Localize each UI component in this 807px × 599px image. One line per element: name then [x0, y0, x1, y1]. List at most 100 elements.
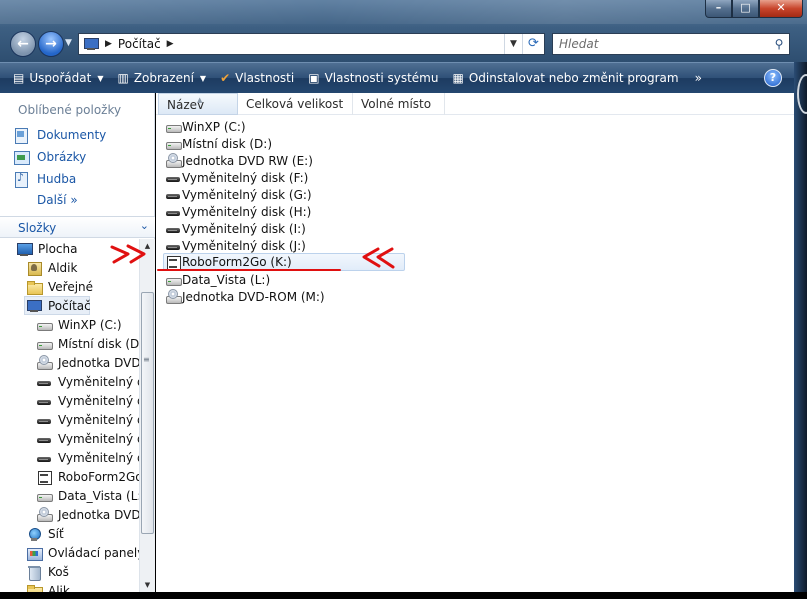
tree-item-drive-c[interactable]: WinXP (C:) — [36, 315, 122, 334]
tree-item-label: Vyměnitelný di — [58, 412, 139, 427]
folder-tree-scrollbar[interactable]: ▲ ≡ ▼ — [139, 239, 155, 592]
tree-item-label: Vyměnitelný di — [58, 431, 139, 446]
address-bar[interactable]: ▶ Počítač ▶ ▼ ⟳ — [78, 33, 545, 55]
search-input[interactable] — [553, 35, 769, 53]
tree-item-network[interactable]: Síť — [26, 524, 64, 543]
tree-item-label: Vyměnitelný di — [58, 450, 139, 465]
help-icon[interactable]: ? — [764, 69, 782, 87]
drive-item-d[interactable]: Místní disk (D:) — [165, 135, 272, 152]
search-icon[interactable]: ⚲ — [769, 37, 789, 51]
favorite-link-label: Dokumenty — [37, 128, 107, 142]
refresh-icon[interactable]: ⟳ — [522, 34, 544, 54]
removable-drive-icon — [165, 205, 181, 219]
properties-button[interactable]: ✔ Vlastnosti — [220, 71, 294, 85]
desktop-icon — [16, 242, 33, 256]
tree-item-drive-j[interactable]: Vyměnitelný di — [36, 448, 139, 467]
drive-item-c[interactable]: WinXP (C:) — [165, 118, 246, 135]
system-properties-button[interactable]: ▣ Vlastnosti systému — [308, 71, 438, 85]
tree-item-desktop[interactable]: Plocha — [16, 239, 77, 258]
user-folder-icon — [26, 261, 42, 276]
drive-item-f[interactable]: Vyměnitelný disk (F:) — [165, 169, 308, 186]
breadcrumb-computer[interactable]: Počítač — [118, 37, 161, 51]
dvd-drive-icon — [165, 288, 182, 304]
column-header-free-space[interactable]: Volné místo — [353, 93, 445, 115]
drive-item-k[interactable]: RoboForm2Go (K:) — [163, 253, 405, 271]
chevron-down-icon: ▼ — [199, 73, 207, 83]
breadcrumb-separator-icon[interactable]: ▶ — [105, 39, 112, 49]
tree-item-label: Počítač — [48, 298, 91, 313]
drive-label: Vyměnitelný disk (J:) — [182, 238, 306, 253]
minimize-button[interactable]: – — [705, 0, 732, 18]
drive-label: Vyměnitelný disk (G:) — [182, 187, 312, 202]
folders-header[interactable]: Složky ⌄ — [0, 216, 155, 238]
tree-item-drive-g[interactable]: Vyměnitelný di — [36, 391, 139, 410]
recycle-bin-icon — [26, 565, 42, 581]
close-button[interactable]: ✕ — [759, 0, 803, 18]
tree-item-label: Alik — [48, 583, 70, 593]
favorite-links-title: Oblíbené položky — [18, 103, 122, 117]
tree-item-control-panel[interactable]: Ovládací panely — [26, 543, 139, 562]
drive-item-j[interactable]: Vyměnitelný disk (J:) — [165, 237, 306, 254]
removable-drive-icon — [165, 171, 181, 185]
uninstall-program-button[interactable]: ▦ Odinstalovat nebo změnit program — [452, 71, 678, 85]
views-label: Zobrazení — [133, 71, 194, 85]
removable-drive-icon — [165, 239, 181, 253]
drive-item-g[interactable]: Vyměnitelný disk (G:) — [165, 186, 312, 203]
scroll-down-icon[interactable]: ▼ — [140, 578, 155, 592]
drive-item-i[interactable]: Vyměnitelný disk (I:) — [165, 220, 306, 237]
breadcrumb-chevron-icon[interactable]: ▶ — [167, 39, 174, 49]
column-header-label: Volné místo — [361, 97, 432, 111]
tree-item-drive-k[interactable]: RoboForm2Go — [36, 467, 139, 486]
scrollbar-thumb[interactable] — [141, 292, 154, 534]
drive-label: Vyměnitelný disk (F:) — [182, 170, 309, 185]
tree-item-label: Koš — [48, 564, 69, 579]
tree-item-computer[interactable]: Počítač — [24, 296, 91, 315]
window-titlebar: – □ ✕ ← → ▼ ▶ Počítač ▶ ▼ ⟳ ⚲ — [0, 0, 807, 62]
favorite-link-label: Obrázky — [37, 150, 87, 164]
recent-pages-dropdown[interactable]: ▼ — [65, 38, 72, 48]
dvd-drive-icon — [165, 152, 182, 168]
organize-label: Uspořádat — [29, 71, 92, 85]
column-header-row: ▲ Název Celková velikost Volné místo — [156, 93, 794, 115]
tree-item-drive-h[interactable]: Vyměnitelný di — [36, 410, 139, 429]
favorite-links-more[interactable]: Další » — [37, 193, 78, 207]
column-header-total-size[interactable]: Celková velikost — [238, 93, 353, 115]
views-button[interactable]: ▥ Zobrazení ▼ — [117, 71, 206, 85]
drive-item-m[interactable]: Jednotka DVD-ROM (M:) — [165, 288, 325, 305]
tree-item-drive-i[interactable]: Vyměnitelný di — [36, 429, 139, 448]
tree-item-aldik[interactable]: Aldik — [26, 258, 77, 277]
address-dropdown-icon[interactable]: ▼ — [504, 34, 522, 54]
computer-icon — [26, 299, 42, 313]
maximize-button[interactable]: □ — [732, 0, 759, 18]
tree-item-drive-l[interactable]: Data_Vista (L:) — [36, 486, 139, 505]
tree-item-recycle-bin[interactable]: Koš — [26, 562, 69, 581]
tree-item-label: Jednotka DVD R — [58, 355, 139, 370]
drive-item-h[interactable]: Vyměnitelný disk (H:) — [165, 203, 311, 220]
drive-item-e[interactable]: Jednotka DVD RW (E:) — [165, 152, 313, 169]
folders-title: Složky — [18, 221, 57, 235]
column-header-name[interactable]: ▲ Název — [158, 93, 238, 115]
favorite-link-pictures[interactable]: Obrázky — [13, 149, 86, 165]
drive-item-l[interactable]: Data_Vista (L:) — [165, 271, 270, 288]
toolbar-overflow-button[interactable]: » — [695, 71, 702, 85]
chevron-down-icon[interactable]: ⌄ — [140, 219, 149, 232]
search-box[interactable]: ⚲ — [552, 33, 790, 55]
tree-item-drive-m[interactable]: Jednotka DVD- — [36, 505, 139, 524]
tree-item-alik[interactable]: Alik — [26, 581, 70, 592]
tree-item-drive-e[interactable]: Jednotka DVD R — [36, 353, 139, 372]
tree-item-drive-d[interactable]: Místní disk (D:) — [36, 334, 139, 353]
forward-button[interactable]: → — [38, 31, 64, 57]
roboform-drive-icon — [36, 470, 52, 485]
tree-item-public[interactable]: Veřejné — [26, 277, 93, 296]
tree-item-label: Místní disk (D:) — [58, 336, 139, 351]
system-properties-label: Vlastnosti systému — [324, 71, 439, 85]
favorite-link-documents[interactable]: Dokumenty — [13, 127, 107, 144]
favorite-link-music[interactable]: Hudba — [13, 171, 76, 188]
uninstall-label: Odinstalovat nebo změnit program — [468, 71, 679, 85]
drive-label: RoboForm2Go (K:) — [182, 255, 292, 269]
back-button[interactable]: ← — [10, 31, 36, 57]
properties-label: Vlastnosti — [235, 71, 295, 85]
organize-button[interactable]: ▤ Uspořádat ▼ — [13, 71, 103, 85]
tree-item-drive-f[interactable]: Vyměnitelný di — [36, 372, 139, 391]
scroll-up-icon[interactable]: ▲ — [140, 239, 155, 253]
